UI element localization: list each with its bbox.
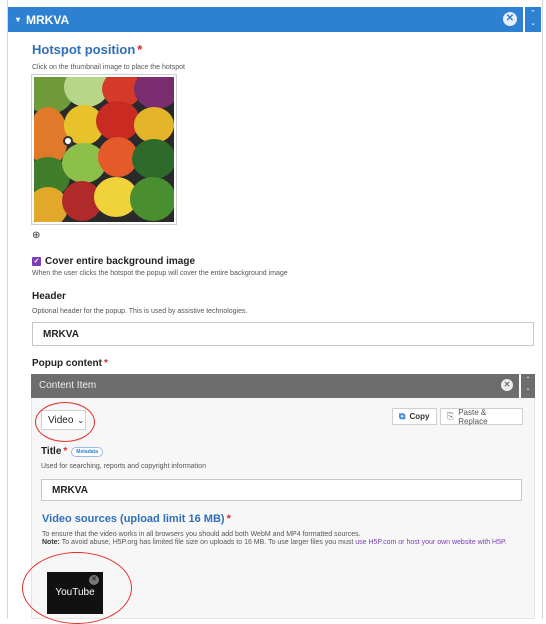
collapse-caret-icon[interactable]: ▾ <box>16 15 20 24</box>
cover-description: When the user clicks the hotspot the pop… <box>32 270 288 277</box>
content-reorder-arrows-icon[interactable]: ⌃ ⌄ <box>521 374 535 398</box>
required-marker: * <box>63 446 68 457</box>
header-input[interactable]: MRKVA <box>32 322 534 346</box>
copy-icon: ⧉ <box>399 411 406 421</box>
h5p-link[interactable]: use H5P.com or host your own website wit… <box>355 539 506 546</box>
left-border <box>7 0 8 619</box>
annotation-circle-select <box>35 402 95 442</box>
required-marker: * <box>104 358 108 369</box>
header-field-description: Optional header for the popup. This is u… <box>32 308 248 315</box>
right-border <box>542 0 543 619</box>
remove-hotspot-icon[interactable]: ✕ <box>503 12 517 26</box>
title-input[interactable]: MRKVA <box>41 479 522 501</box>
content-item-bar[interactable]: Content Item ✕ <box>31 374 519 398</box>
hotspot-marker[interactable] <box>63 136 73 146</box>
note-label: Note: <box>42 539 60 546</box>
title-field-label: Title * Metadata <box>41 446 103 457</box>
paste-replace-button[interactable]: ⎘ Paste & Replace <box>440 407 523 426</box>
cover-checkbox-label: Cover entire background image <box>45 256 196 267</box>
reorder-arrows-icon[interactable]: ⌃ ⌄ <box>525 7 541 32</box>
hotspot-header-bar[interactable]: ▾ MRKVA ✕ <box>8 7 523 32</box>
content-item-title: Content Item <box>39 380 97 391</box>
title-field-description: Used for searching, reports and copyrigh… <box>41 463 206 470</box>
cover-checkbox-row[interactable]: ✓ Cover entire background image <box>32 256 195 267</box>
paste-button-label: Paste & Replace <box>458 407 488 426</box>
header-field-label: Header <box>32 291 66 302</box>
required-marker: * <box>137 42 143 57</box>
remove-content-item-icon[interactable]: ✕ <box>501 379 513 391</box>
metadata-button[interactable]: Metadata <box>71 446 103 457</box>
background-thumbnail[interactable] <box>31 74 177 225</box>
copy-button-label: Copy <box>409 412 430 421</box>
video-sources-title: Video sources (upload limit 16 MB) * <box>42 513 231 525</box>
vegetables-image[interactable] <box>34 77 174 222</box>
popup-content-label: Popup content * <box>32 358 108 369</box>
hotspot-position-title: Hotspot position * <box>32 42 143 57</box>
zoom-icon[interactable]: ⊕ <box>32 230 40 241</box>
copy-button[interactable]: ⧉ Copy <box>392 408 437 425</box>
cover-checkbox[interactable]: ✓ <box>32 257 41 266</box>
hotspot-header-title: MRKVA <box>26 12 70 27</box>
required-marker: * <box>226 513 231 525</box>
clipboard-icon: ⎘ <box>447 411 455 421</box>
video-sources-description: To ensure that the video works in all br… <box>42 531 507 546</box>
hotspot-position-description: Click on the thumbnail image to place th… <box>32 64 185 71</box>
annotation-circle-youtube <box>22 552 132 624</box>
